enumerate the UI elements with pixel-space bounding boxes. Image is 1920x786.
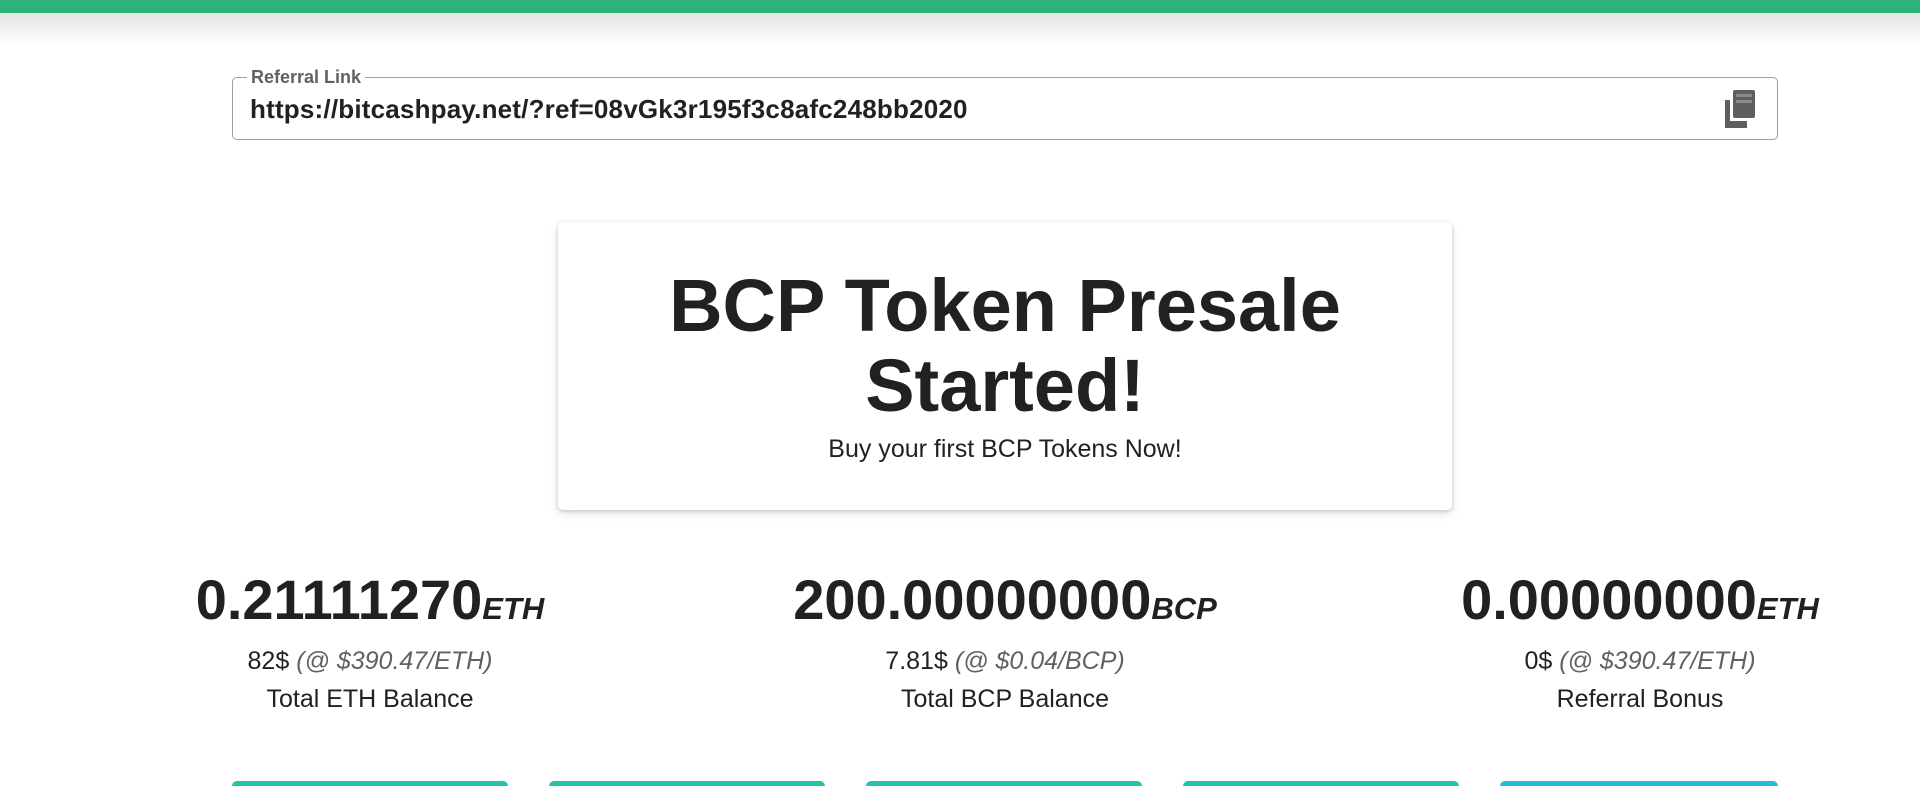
referral-bonus-usd: 0$ (@ $390.47/ETH) — [1524, 647, 1756, 675]
referral-link-input[interactable]: https://bitcashpay.net/?ref=08vGk3r195f3… — [250, 92, 968, 126]
referral-bonus-label: Referral Bonus — [1556, 685, 1724, 713]
action-button-4[interactable] — [1183, 781, 1459, 786]
eth-balance-stat: 0.21111270ETH 82$ (@ $390.47/ETH) Total … — [90, 566, 650, 715]
bcp-balance-stat: 200.00000000BCP 7.81$ (@ $0.04/BCP) Tota… — [725, 566, 1285, 715]
presale-card: BCP Token Presale Started! Buy your firs… — [558, 222, 1452, 510]
referral-bonus-unit: ETH — [1756, 591, 1819, 626]
copy-icon[interactable] — [1721, 88, 1761, 130]
eth-balance-usd: 82$ (@ $390.47/ETH) — [247, 647, 493, 675]
bcp-balance-usd: 7.81$ (@ $0.04/BCP) — [885, 647, 1125, 675]
eth-rate: (@ $390.47/ETH) — [296, 647, 493, 675]
action-button-3[interactable] — [866, 781, 1142, 786]
top-app-bar-shadow — [0, 13, 1920, 47]
bcp-balance-amount: 200.00000000BCP — [793, 568, 1217, 631]
action-button-5[interactable] — [1500, 781, 1778, 786]
bcp-rate: (@ $0.04/BCP) — [954, 647, 1125, 675]
presale-subtitle: Buy your first BCP Tokens Now! — [828, 435, 1182, 463]
top-app-bar — [0, 0, 1920, 13]
presale-title: BCP Token Presale Started! — [669, 264, 1341, 427]
eth-unit: ETH — [482, 591, 545, 626]
referral-bonus-rate: (@ $390.47/ETH) — [1559, 647, 1756, 675]
referral-bonus-amount: 0.00000000ETH — [1461, 568, 1819, 631]
eth-balance-amount: 0.21111270ETH — [195, 568, 545, 631]
referral-link-label: Referral Link — [247, 66, 366, 88]
action-button-2[interactable] — [549, 781, 825, 786]
eth-balance-label: Total ETH Balance — [266, 685, 474, 713]
action-button-1[interactable] — [232, 781, 508, 786]
bcp-unit: BCP — [1151, 591, 1217, 626]
referral-link-field[interactable]: Referral Link https://bitcashpay.net/?re… — [232, 66, 1778, 140]
bcp-balance-label: Total BCP Balance — [901, 685, 1109, 713]
referral-bonus-stat: 0.00000000ETH 0$ (@ $390.47/ETH) Referra… — [1360, 566, 1920, 715]
